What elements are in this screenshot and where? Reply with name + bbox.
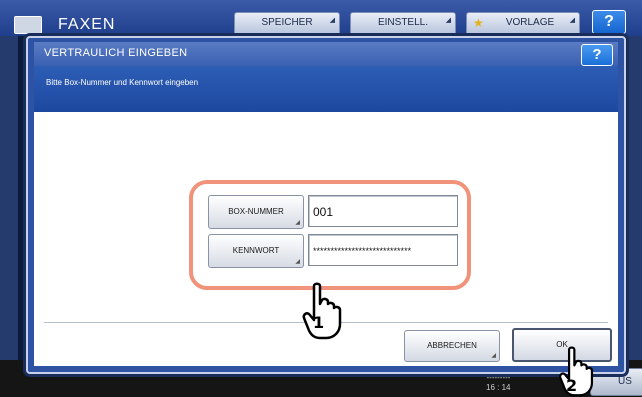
dialog-message-bar: Bitte Box-Nummer und Kennwort eingeben bbox=[34, 66, 618, 112]
tab-speicher-label: SPEICHER bbox=[261, 17, 313, 28]
box-number-label: BOX-NUMMER bbox=[228, 207, 284, 216]
dialog-title-bar: VERTRAULICH EINGEBEN ? bbox=[34, 42, 618, 66]
step-number-1: 1 bbox=[313, 313, 325, 332]
top-bar: FAXEN SPEICHER ◢ EINSTELL. ◢ ★ VORLAGE ◢… bbox=[0, 0, 642, 36]
dialog-message: Bitte Box-Nummer und Kennwort eingeben bbox=[46, 78, 199, 87]
box-number-field[interactable]: 001 bbox=[308, 195, 458, 227]
dialog-title: VERTRAULICH EINGEBEN bbox=[44, 47, 188, 59]
star-icon: ★ bbox=[473, 16, 484, 30]
box-number-button[interactable]: BOX-NUMMER ◢ bbox=[208, 195, 304, 229]
cancel-label: ABBRECHEN bbox=[427, 341, 477, 350]
step-number-2: 2 bbox=[566, 376, 578, 395]
password-field[interactable]: **************************** bbox=[308, 234, 458, 266]
help-button[interactable]: ? bbox=[592, 10, 626, 34]
background-right-strip bbox=[624, 36, 642, 360]
corner-arrow-icon: ◢ bbox=[295, 259, 300, 265]
tab-speicher[interactable]: SPEICHER ◢ bbox=[234, 12, 340, 34]
cancel-button[interactable]: ABBRECHEN ◢ bbox=[404, 330, 500, 362]
chevron-down-icon: ◢ bbox=[329, 17, 335, 24]
tab-vorlage[interactable]: ★ VORLAGE ◢ bbox=[466, 12, 580, 34]
app-title: FAXEN bbox=[58, 16, 116, 33]
background-left-strip bbox=[0, 36, 18, 360]
fax-icon bbox=[14, 16, 42, 34]
dialog-help-button[interactable]: ? bbox=[581, 44, 613, 66]
clock-date: --------- bbox=[486, 373, 511, 382]
clock: --------- 16 : 14 bbox=[486, 373, 510, 393]
tab-einstell-label: EINSTELL. bbox=[377, 17, 429, 28]
password-button[interactable]: KENNWORT ◢ bbox=[208, 234, 304, 268]
corner-arrow-icon: ◢ bbox=[295, 220, 300, 226]
job-status-label: US bbox=[618, 376, 632, 387]
chevron-down-icon: ◢ bbox=[569, 17, 575, 24]
clock-time: 16 : 14 bbox=[486, 383, 511, 392]
password-label: KENNWORT bbox=[232, 246, 280, 255]
tab-einstell[interactable]: EINSTELL. ◢ bbox=[350, 12, 456, 34]
tab-vorlage-label: VORLAGE bbox=[505, 17, 555, 28]
corner-arrow-icon: ◢ bbox=[491, 353, 496, 359]
chevron-down-icon: ◢ bbox=[445, 17, 451, 24]
